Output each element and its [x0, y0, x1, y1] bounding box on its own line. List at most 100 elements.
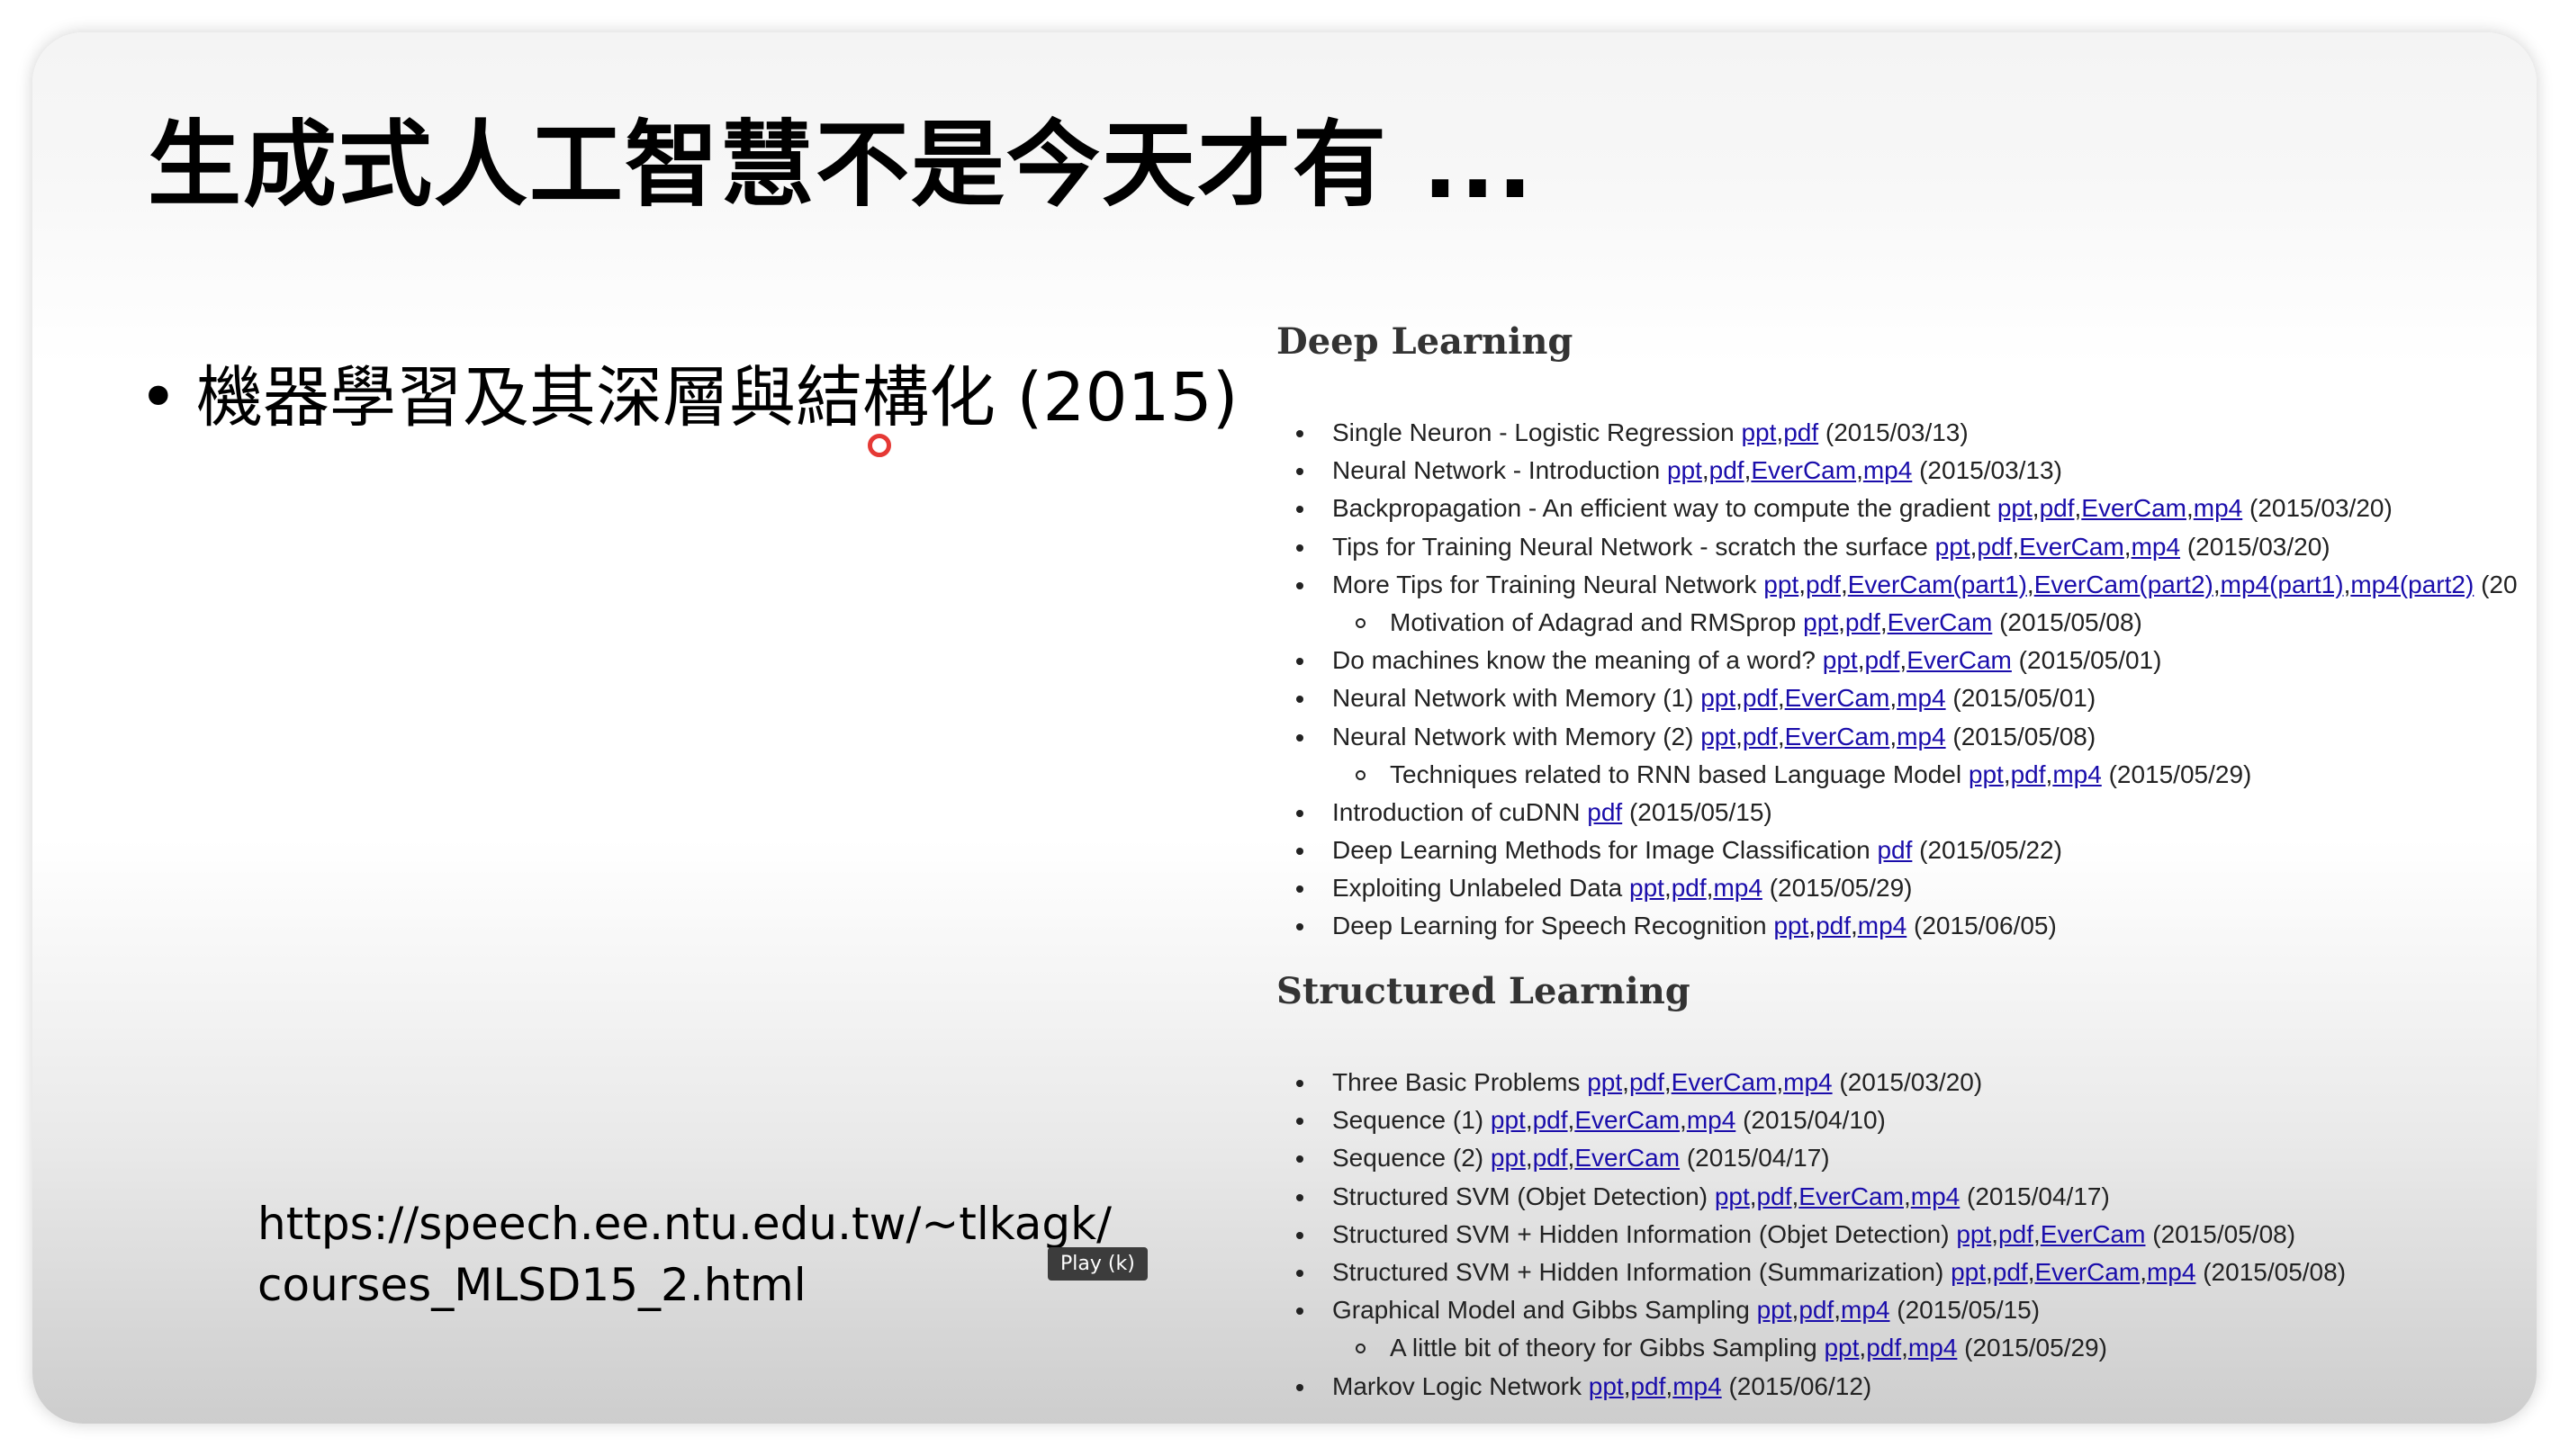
resource-link[interactable]: mp4(part2)	[2350, 571, 2474, 598]
course-url: https://speech.ee.ntu.edu.tw/~tlkagk/ co…	[257, 1193, 1112, 1316]
resource-link[interactable]: pdf	[2011, 760, 2046, 788]
item-date: (2015/05/08)	[2203, 1257, 2347, 1286]
resource-link[interactable]: EverCam	[1906, 646, 2012, 674]
resource-link[interactable]: ppt	[1803, 608, 1838, 636]
resource-link[interactable]: mp4	[1908, 1334, 1957, 1362]
resource-link[interactable]: mp4	[1672, 1372, 1721, 1400]
resource-link[interactable]: pdf	[1816, 912, 1851, 939]
item-date: (2015/06/12)	[1728, 1371, 1872, 1400]
resource-link[interactable]: mp4	[2194, 494, 2242, 522]
item-title: Neural Network with Memory (2)	[1332, 722, 1694, 750]
resource-link[interactable]: ppt	[1763, 571, 1798, 598]
resource-link[interactable]: EverCam	[1574, 1106, 1680, 1134]
item-title: Do machines know the meaning of a word?	[1332, 646, 1816, 675]
resource-link[interactable]: ppt	[1587, 1068, 1622, 1096]
resource-link[interactable]: ppt	[1491, 1144, 1526, 1172]
deep-learning-item: More Tips for Training Neural Network pp…	[1276, 566, 2537, 604]
resource-link[interactable]: EverCam(part2)	[2034, 571, 2213, 598]
course-url-line-1: https://speech.ee.ntu.edu.tw/~tlkagk/	[257, 1198, 1112, 1250]
resource-link[interactable]: ppt	[1824, 1334, 1859, 1362]
resource-link[interactable]: EverCam	[2019, 533, 2124, 561]
item-date: (2015/04/17)	[1686, 1144, 1830, 1173]
resource-link[interactable]: EverCam	[1798, 1182, 1904, 1210]
resource-link[interactable]: pdf	[1798, 1296, 1834, 1324]
item-date: (2015/03/13)	[1825, 418, 1969, 446]
resource-link[interactable]: pdf	[1743, 723, 1778, 750]
item-date: (2015/05/15)	[1628, 797, 1772, 826]
resource-link[interactable]: pdf	[1998, 1220, 2033, 1248]
resource-link[interactable]: pdf	[1806, 571, 1841, 598]
resource-link[interactable]: mp4	[1897, 684, 1945, 712]
resource-link[interactable]: ppt	[1935, 533, 1970, 561]
resource-link[interactable]: EverCam	[1751, 456, 1856, 484]
resource-link[interactable]: mp4	[1897, 723, 1945, 750]
resource-link[interactable]: ppt	[1741, 418, 1776, 446]
resource-link[interactable]: EverCam	[2035, 1258, 2141, 1286]
resource-link[interactable]: mp4	[1687, 1106, 1735, 1134]
resource-link[interactable]: pdf	[1977, 533, 2012, 561]
resource-link[interactable]: pdf	[1993, 1258, 2028, 1286]
resource-link[interactable]: pdf	[1845, 608, 1880, 636]
item-date: (2015/05/08)	[1999, 607, 2142, 636]
resource-link[interactable]: mp4	[2052, 760, 2101, 788]
item-title: Structured SVM (Objet Detection)	[1332, 1182, 1708, 1210]
resource-link[interactable]: pdf	[1877, 836, 1912, 864]
resource-link[interactable]: ppt	[1823, 646, 1858, 674]
resource-link[interactable]: mp4	[1911, 1182, 1960, 1210]
item-title: Structured SVM + Hidden Information (Sum…	[1332, 1257, 1944, 1286]
resource-link[interactable]: pdf	[1672, 874, 1707, 902]
resource-link[interactable]: pdf	[1533, 1144, 1568, 1172]
structured-learning-item: Structured SVM (Objet Detection) ppt,pdf…	[1276, 1178, 2537, 1216]
resource-link[interactable]: pdf	[1709, 456, 1744, 484]
resource-link[interactable]: ppt	[1956, 1220, 1991, 1248]
resource-link[interactable]: mp4	[1858, 912, 1906, 939]
resource-link[interactable]: ppt	[1491, 1106, 1526, 1134]
resource-link[interactable]: EverCam	[1785, 684, 1890, 712]
resource-link[interactable]: mp4	[1841, 1296, 1889, 1324]
resource-link[interactable]: EverCam	[2041, 1220, 2146, 1248]
resource-link[interactable]: mp4	[1863, 456, 1912, 484]
resource-link[interactable]: ppt	[1667, 456, 1702, 484]
resource-link[interactable]: EverCam	[1785, 723, 1890, 750]
resource-link[interactable]: EverCam	[1574, 1144, 1680, 1172]
deep-learning-item: Neural Network - Introduction ppt,pdf,Ev…	[1276, 452, 2537, 490]
resource-link[interactable]: pdf	[1630, 1372, 1665, 1400]
resource-link[interactable]: EverCam	[1888, 608, 1993, 636]
resource-link[interactable]: mp4	[1783, 1068, 1832, 1096]
resource-link[interactable]: pdf	[1629, 1068, 1664, 1096]
resource-link[interactable]: ppt	[1773, 912, 1808, 939]
bullet-dot-icon: •	[139, 359, 178, 436]
item-title: Tips for Training Neural Network - scrat…	[1332, 532, 1928, 561]
resource-link[interactable]: mp4	[2132, 533, 2180, 561]
resource-link[interactable]: mp4(part1)	[2221, 571, 2344, 598]
resource-link[interactable]: pdf	[1864, 646, 1899, 674]
resource-link[interactable]: EverCam(part1)	[1848, 571, 2027, 598]
item-title: Sequence (1)	[1332, 1106, 1484, 1135]
resource-link[interactable]: ppt	[1700, 723, 1735, 750]
resource-link[interactable]: ppt	[1757, 1296, 1792, 1324]
resource-link[interactable]: pdf	[1783, 418, 1818, 446]
resource-link[interactable]: ppt	[1969, 760, 2004, 788]
resource-link[interactable]: ppt	[1715, 1182, 1750, 1210]
resource-link[interactable]: pdf	[1757, 1182, 1792, 1210]
item-title: Markov Logic Network	[1332, 1371, 1582, 1400]
structured-learning-list: Three Basic Problems ppt,pdf,EverCam,mp4…	[1276, 1064, 2537, 1406]
resource-link[interactable]: EverCam	[2081, 494, 2186, 522]
resource-link[interactable]: ppt	[1951, 1258, 1986, 1286]
resource-link[interactable]: mp4	[2147, 1258, 2195, 1286]
resource-link[interactable]: ppt	[1700, 684, 1735, 712]
resource-link[interactable]: pdf	[1743, 684, 1778, 712]
resource-link[interactable]: pdf	[1587, 798, 1622, 826]
resource-link[interactable]: pdf	[1866, 1334, 1901, 1362]
resource-link[interactable]: EverCam	[1672, 1068, 1777, 1096]
resource-link[interactable]: pdf	[2040, 494, 2075, 522]
resource-link[interactable]: ppt	[1997, 494, 2033, 522]
resource-link[interactable]: ppt	[1589, 1372, 1624, 1400]
item-date: (2015/05/29)	[1964, 1334, 2107, 1362]
resource-link[interactable]: ppt	[1629, 874, 1664, 902]
resource-link[interactable]: mp4	[1713, 874, 1762, 902]
item-date: (20	[2481, 570, 2518, 598]
course-url-line-2: courses_MLSD15_2.html	[257, 1259, 807, 1311]
item-title: Backpropagation - An efficient way to co…	[1332, 494, 1991, 523]
resource-link[interactable]: pdf	[1533, 1106, 1568, 1134]
